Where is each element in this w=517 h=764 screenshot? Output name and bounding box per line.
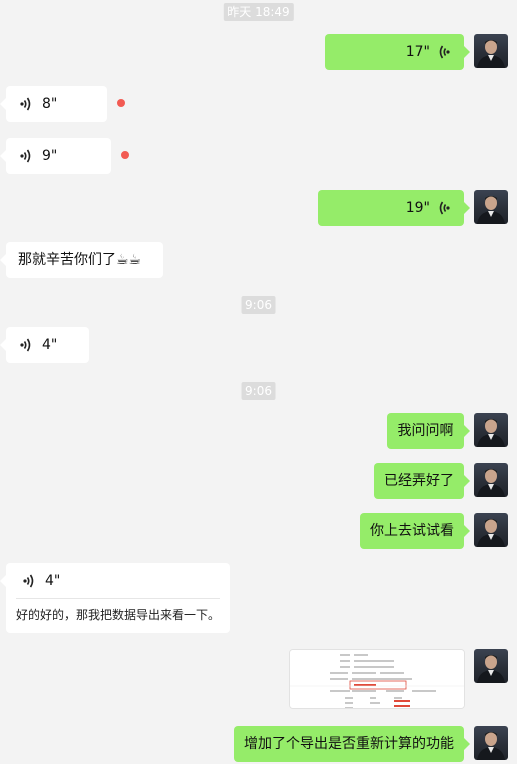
incoming-voice-message[interactable]: 4" bbox=[0, 327, 89, 363]
chat-window: 昨天 18:49 17" 8" 9" 19" 那就辛苦你们了☕☕ 9:06 4"… bbox=[0, 0, 517, 764]
incoming-text-message[interactable]: 那就辛苦你们了☕☕ bbox=[0, 242, 163, 278]
voice-wave-icon bbox=[20, 149, 31, 163]
incoming-voice-message[interactable]: 8" bbox=[0, 86, 107, 122]
voice-duration: 9" bbox=[42, 148, 58, 164]
unread-dot bbox=[121, 151, 129, 159]
outgoing-voice-message[interactable]: 17" bbox=[325, 34, 470, 70]
avatar[interactable] bbox=[474, 726, 508, 760]
outgoing-text-message[interactable]: 已经弄好了 bbox=[374, 463, 470, 499]
divider bbox=[16, 598, 220, 599]
outgoing-text-message[interactable]: 你上去试试看 bbox=[360, 513, 470, 549]
voice-wave-icon bbox=[23, 574, 34, 588]
avatar[interactable] bbox=[474, 190, 508, 224]
unread-dot bbox=[117, 99, 125, 107]
avatar[interactable] bbox=[474, 513, 508, 547]
timestamp: 昨天 18:49 bbox=[223, 3, 294, 21]
outgoing-voice-message[interactable]: 19" bbox=[318, 190, 470, 226]
timestamp: 9:06 bbox=[241, 382, 276, 400]
voice-duration: 17" bbox=[405, 44, 430, 60]
voice-duration: 4" bbox=[42, 337, 58, 353]
avatar[interactable] bbox=[474, 413, 508, 447]
incoming-voice-transcript-message[interactable]: 4" 好的好的，那我把数据导出来看一下。 bbox=[0, 563, 230, 633]
voice-wave-icon bbox=[20, 338, 31, 352]
avatar[interactable] bbox=[474, 34, 508, 68]
voice-wave-icon bbox=[439, 45, 450, 59]
voice-wave-icon bbox=[439, 201, 450, 215]
outgoing-text-message[interactable]: 我问问啊 bbox=[387, 413, 470, 449]
avatar[interactable] bbox=[474, 649, 508, 683]
avatar[interactable] bbox=[474, 463, 508, 497]
voice-duration: 19" bbox=[405, 200, 430, 216]
voice-duration: 4" bbox=[45, 573, 61, 589]
voice-wave-icon bbox=[20, 97, 31, 111]
timestamp: 9:06 bbox=[241, 296, 276, 314]
outgoing-text-message[interactable]: 增加了个导出是否重新计算的功能 bbox=[234, 726, 470, 762]
voice-transcript: 好的好的，那我把数据导出来看一下。 bbox=[16, 608, 221, 622]
screenshot-image-message[interactable] bbox=[289, 649, 465, 709]
form-screenshot-thumbnail bbox=[290, 650, 464, 708]
voice-duration: 8" bbox=[42, 96, 58, 112]
incoming-voice-message[interactable]: 9" bbox=[0, 138, 111, 174]
